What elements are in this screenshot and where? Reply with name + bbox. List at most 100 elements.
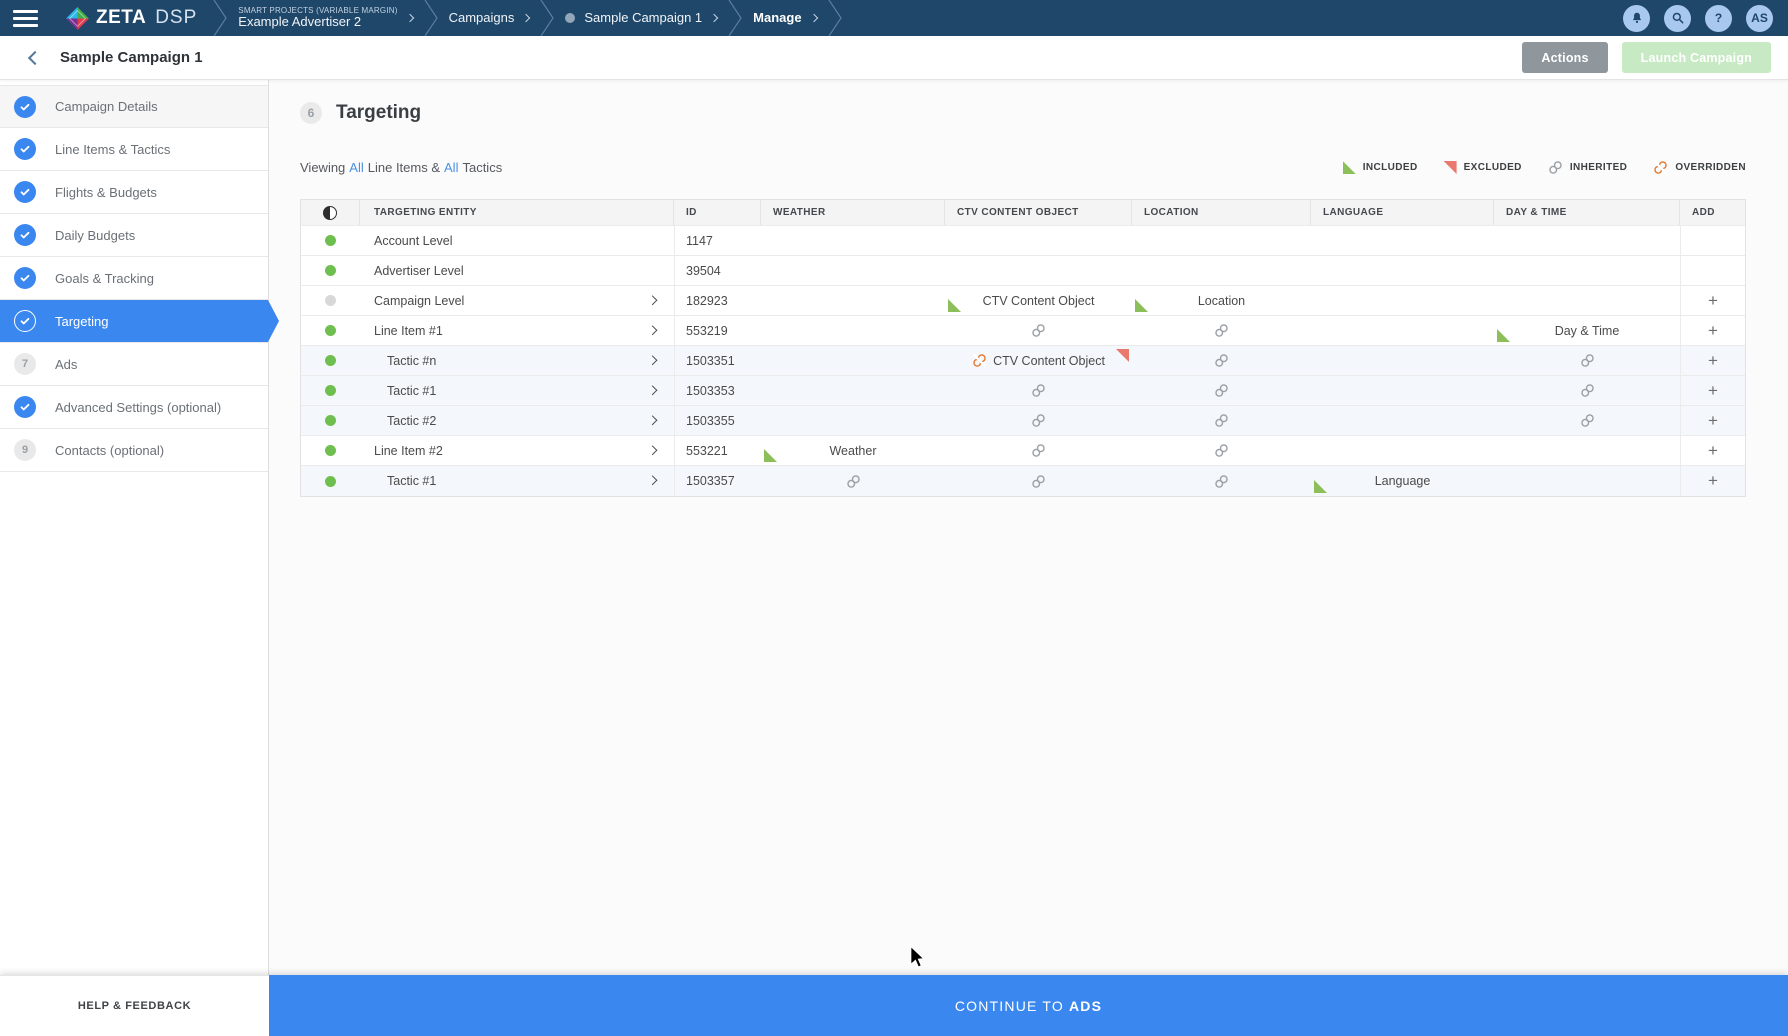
targeting-type-label: Weather <box>829 443 877 458</box>
targeting-type-label: Location <box>1197 293 1246 308</box>
actions-button[interactable]: Actions <box>1522 42 1608 73</box>
avatar[interactable]: AS <box>1746 4 1773 32</box>
menu-icon[interactable] <box>13 9 38 27</box>
sidebar-item-label: Flights & Budgets <box>55 184 157 200</box>
bell-icon <box>1632 12 1641 23</box>
table-row[interactable]: Tactic #n 1503351 CTV Content Object + <box>301 346 1745 376</box>
top-navbar: ZETA DSP SMART PROJECTS (VARIABLE MARGIN… <box>0 0 1788 36</box>
legend-excluded: EXCLUDED <box>1443 161 1522 174</box>
search-icon <box>1672 12 1683 24</box>
table-row[interactable]: Tactic #1 1503357 Language + <box>301 466 1745 496</box>
entity-label: Tactic #2 <box>387 413 437 428</box>
overridden-link-icon <box>1653 160 1668 175</box>
targeting-type-label: CTV Content Object <box>982 293 1095 308</box>
launch-campaign-button[interactable]: Launch Campaign <box>1621 42 1771 73</box>
sidebar-item-flights-budgets[interactable]: Flights & Budgets <box>0 171 268 214</box>
status-dot <box>325 475 336 487</box>
status-dot-icon <box>565 13 576 23</box>
sidebar-item-advanced-settings-optional[interactable]: Advanced Settings (optional) <box>0 386 268 429</box>
breadcrumb-item-sample-campaign-1[interactable]: Sample Campaign 1 <box>554 0 728 36</box>
all-line-items-link[interactable]: All <box>349 160 363 175</box>
sidebar-item-label: Advanced Settings (optional) <box>55 399 222 415</box>
cell-ctv <box>945 256 1132 285</box>
breadcrumb-label: Sample Campaign 1 <box>584 9 703 25</box>
breadcrumb-item-manage[interactable]: Manage <box>742 0 827 36</box>
view-row: Viewing All Line Items & All Tactics INC… <box>300 160 1746 175</box>
sidebar: Campaign Details Line Items & Tactics Flig… <box>0 80 279 975</box>
add-targeting-button[interactable]: + <box>1680 376 1745 405</box>
expand-chevron-icon[interactable] <box>647 324 658 335</box>
inherited-link-icon <box>1215 324 1228 337</box>
breadcrumbs: SMART PROJECTS (VARIABLE MARGIN) Example … <box>213 0 842 36</box>
cell-weather: Weather <box>761 436 945 465</box>
add-targeting-button[interactable]: + <box>1680 466 1745 496</box>
included-triangle-icon <box>1314 480 1327 493</box>
campaign-title: Sample Campaign 1 <box>60 49 203 66</box>
table-row[interactable]: Account Level 1147 <box>301 226 1745 256</box>
table-row[interactable]: Line Item #1 553219 Day & Time + <box>301 316 1745 346</box>
status-dot <box>325 235 336 246</box>
notifications-button[interactable] <box>1623 4 1650 32</box>
step-number: 7 <box>14 353 36 375</box>
breadcrumb-item-example-advertiser-2[interactable]: SMART PROJECTS (VARIABLE MARGIN) Example … <box>227 0 423 36</box>
fill-toggle[interactable] <box>301 200 360 225</box>
entity-label: Line Item #1 <box>374 323 443 338</box>
zeta-logo[interactable]: ZETA DSP <box>65 6 197 31</box>
table-row[interactable]: Tactic #2 1503355 + <box>301 406 1745 436</box>
product-name: DSP <box>155 7 198 28</box>
step-number: 9 <box>14 439 36 461</box>
inherited-link-icon <box>1032 444 1045 457</box>
sidebar-item-contacts-optional[interactable]: 9 Contacts (optional) <box>0 429 268 472</box>
expand-chevron-icon[interactable] <box>647 354 658 365</box>
breadcrumb-label: Manage <box>753 9 802 25</box>
status-dot <box>325 355 336 366</box>
sidebar-item-line-items-tactics[interactable]: Line Items & Tactics <box>0 128 268 171</box>
status-dot <box>325 385 336 396</box>
expand-chevron-icon[interactable] <box>647 444 658 455</box>
navbar-left: ZETA DSP SMART PROJECTS (VARIABLE MARGIN… <box>0 0 842 36</box>
back-button[interactable] <box>22 45 48 71</box>
check-icon <box>20 317 30 325</box>
add-targeting-button[interactable]: + <box>1680 346 1745 375</box>
add-targeting-button[interactable]: + <box>1680 406 1745 435</box>
cell-daytime <box>1494 466 1680 496</box>
cell-ctv <box>945 226 1132 255</box>
breadcrumb-item-campaigns[interactable]: Campaigns <box>438 0 541 36</box>
expand-chevron-icon[interactable] <box>647 475 658 486</box>
half-circle-icon <box>323 205 337 220</box>
cell-language: Language <box>1311 466 1494 496</box>
add-targeting-button[interactable]: + <box>1680 316 1745 345</box>
bottom-bar: HELP & FEEDBACK CONTINUE TO ADS <box>0 975 1788 1036</box>
sidebar-item-campaign-details[interactable]: Campaign Details <box>0 85 268 128</box>
cell-ctv: CTV Content Object <box>945 286 1132 315</box>
cell-daytime <box>1494 226 1680 255</box>
sidebar-item-daily-budgets[interactable]: Daily Budgets <box>0 214 268 257</box>
expand-chevron-icon[interactable] <box>647 414 658 425</box>
table-row[interactable]: Line Item #2 553221 Weather + <box>301 436 1745 466</box>
sidebar-item-label: Targeting <box>55 313 109 329</box>
all-tactics-link[interactable]: All <box>444 160 458 175</box>
sidebar-item-ads[interactable]: 7 Ads <box>0 343 268 386</box>
breadcrumb-separator <box>540 0 555 36</box>
cell-daytime <box>1494 406 1680 435</box>
continue-to-ads-button[interactable]: CONTINUE TO ADS <box>269 975 1788 1036</box>
add-targeting-button[interactable]: + <box>1680 286 1745 315</box>
sidebar-item-label: Ads <box>55 356 78 372</box>
add-targeting-button[interactable]: + <box>1680 436 1745 465</box>
entity-label: Tactic #1 <box>387 474 437 488</box>
expand-chevron-icon[interactable] <box>647 294 658 305</box>
column-header-add: ADD <box>1692 207 1715 218</box>
help-button[interactable]: ? <box>1705 4 1732 32</box>
sidebar-item-targeting[interactable]: Targeting <box>0 300 279 343</box>
expand-chevron-icon[interactable] <box>647 384 658 395</box>
table-row[interactable]: Campaign Level 182923 CTV Content Object Lo… <box>301 286 1745 316</box>
entity-label: Account Level <box>374 233 453 248</box>
sidebar-item-goals-tracking[interactable]: Goals & Tracking <box>0 257 268 300</box>
help-feedback-button[interactable]: HELP & FEEDBACK <box>0 975 269 1036</box>
table-row[interactable]: Tactic #1 1503353 + <box>301 376 1745 406</box>
cell-daytime <box>1494 376 1680 405</box>
table-row[interactable]: Advertiser Level 39504 <box>301 256 1745 286</box>
search-button[interactable] <box>1664 4 1691 32</box>
header-actions: Actions Launch Campaign <box>1522 42 1788 73</box>
sidebar-item-label: Daily Budgets <box>55 227 136 243</box>
